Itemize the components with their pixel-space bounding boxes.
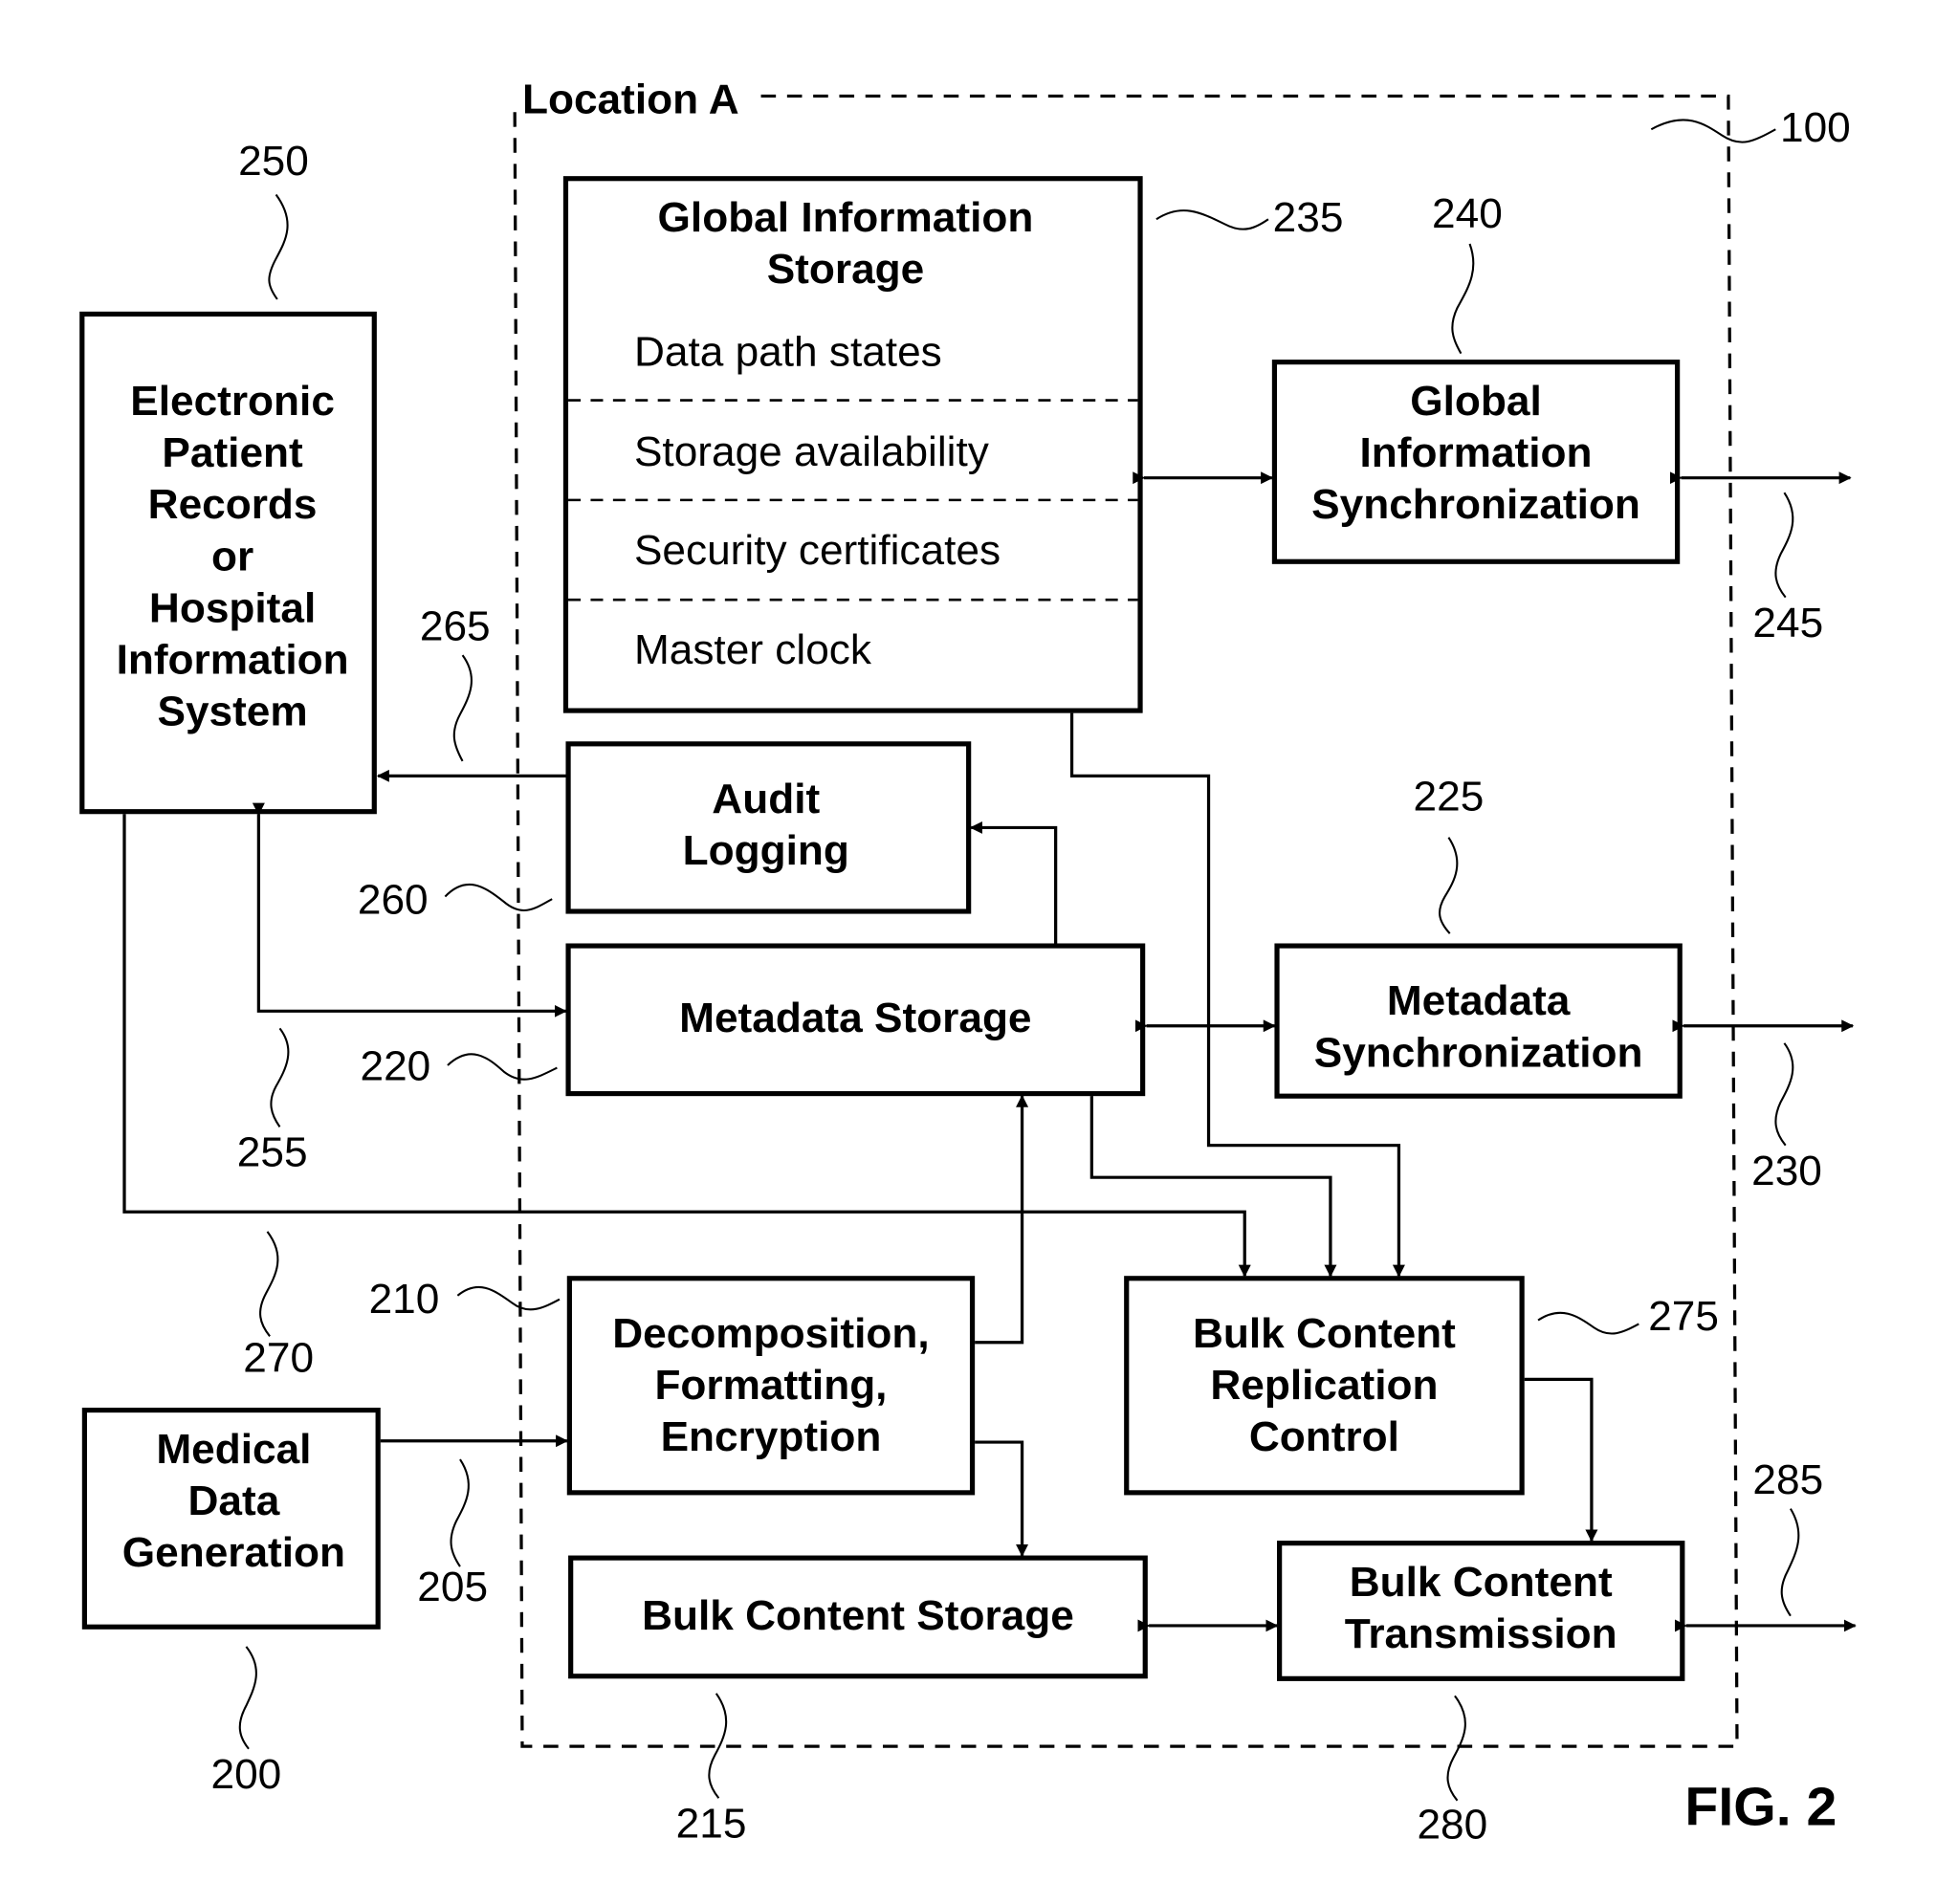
global-sync-title-1: Global xyxy=(1410,378,1541,425)
epr-title-7: System xyxy=(157,689,307,735)
decomp-title-1: Decomposition, xyxy=(612,1310,929,1357)
ref-240: 240 xyxy=(1432,190,1503,237)
decomp-title-3: Encryption xyxy=(661,1413,882,1460)
medical-data-generation-block: Medical Data Generation 200 xyxy=(81,1408,381,1798)
epr-title-3: Records xyxy=(148,481,318,528)
medical-title-2: Data xyxy=(187,1477,279,1524)
medical-title-3: Generation xyxy=(122,1529,345,1576)
global-info-storage-title-2: Storage xyxy=(767,246,925,293)
audit-title-2: Logging xyxy=(683,827,849,874)
global-information-synchronization-block: Global Information Synchronization 240 xyxy=(1271,190,1681,564)
location-a-label: Location A xyxy=(522,77,739,123)
metadata-storage-title: Metadata Storage xyxy=(679,995,1031,1041)
epr-title-4: or xyxy=(211,533,253,580)
replication-title-1: Bulk Content xyxy=(1193,1310,1456,1357)
ref-235: 235 xyxy=(1273,194,1344,241)
arrow-metadata-to-replication xyxy=(1089,1096,1337,1278)
metadata-storage-block: Metadata Storage 220 xyxy=(361,943,1146,1097)
ref-205: 205 xyxy=(417,1564,488,1610)
ref-210: 210 xyxy=(369,1276,440,1323)
bulk-content-storage-block: Bulk Content Storage 215 xyxy=(568,1555,1148,1848)
ref-245: 245 xyxy=(1752,600,1823,646)
figure-label: FIG. 2 xyxy=(1684,1777,1837,1838)
bulk-content-replication-control-block: Bulk Content Replication Control 275 xyxy=(1124,1276,1719,1496)
global-info-storage-title-1: Global Information xyxy=(658,194,1034,241)
replication-title-3: Control xyxy=(1249,1413,1399,1460)
global-information-storage-block: Global Information Storage Data path sta… xyxy=(562,176,1344,713)
item-data-path-states: Data path states xyxy=(634,329,942,376)
epr-title-5: Hospital xyxy=(149,585,316,632)
electronic-patient-records-block: Electronic Patient Records or Hospital I… xyxy=(79,138,377,815)
ref-100: 100 xyxy=(1780,104,1851,151)
patent-diagram: Location A 100 Global Information Storag… xyxy=(79,77,1857,1849)
decomp-title-2: Formatting, xyxy=(654,1362,887,1409)
ref-225: 225 xyxy=(1414,774,1485,821)
ref-200: 200 xyxy=(211,1751,282,1798)
item-storage-availability: Storage availability xyxy=(634,428,989,475)
transmission-title-2: Transmission xyxy=(1345,1610,1617,1657)
ref-280: 280 xyxy=(1417,1802,1487,1849)
arrow-metadata-to-audit xyxy=(969,821,1058,944)
ref-265: 265 xyxy=(420,603,491,650)
ref-255: 255 xyxy=(237,1129,308,1176)
ref-270: 270 xyxy=(243,1335,314,1382)
arrow-replication-to-transmission xyxy=(1524,1377,1598,1543)
epr-title-2: Patient xyxy=(162,429,303,476)
epr-title-6: Information xyxy=(117,637,349,684)
audit-logging-block: Audit Logging 260 xyxy=(358,741,972,924)
replication-title-2: Replication xyxy=(1210,1362,1438,1409)
bulk-storage-title: Bulk Content Storage xyxy=(642,1592,1074,1639)
ref-260: 260 xyxy=(358,877,429,924)
arrow-decomp-to-bulk-storage xyxy=(975,1440,1029,1557)
bulk-content-transmission-block: Bulk Content Transmission 280 xyxy=(1277,1541,1685,1849)
ref-220: 220 xyxy=(361,1043,431,1090)
ref-250: 250 xyxy=(238,138,309,185)
epr-title-1: Electronic xyxy=(130,378,335,425)
ref-230: 230 xyxy=(1751,1148,1822,1194)
metadata-synchronization-block: Metadata Synchronization 225 xyxy=(1274,774,1683,1099)
transmission-title-1: Bulk Content xyxy=(1350,1559,1613,1606)
item-security-certificates: Security certificates xyxy=(634,527,1001,574)
ref-275: 275 xyxy=(1648,1293,1719,1340)
item-master-clock: Master clock xyxy=(634,626,872,673)
ref-285: 285 xyxy=(1752,1456,1823,1503)
metadata-sync-title-2: Synchronization xyxy=(1314,1029,1643,1076)
metadata-sync-title-1: Metadata xyxy=(1387,977,1571,1024)
ref-215: 215 xyxy=(676,1801,747,1848)
audit-title-1: Audit xyxy=(712,776,820,822)
arrow-decomp-to-metadata xyxy=(975,1094,1029,1345)
medical-title-1: Medical xyxy=(156,1426,311,1473)
global-sync-title-3: Synchronization xyxy=(1311,481,1640,528)
global-sync-title-2: Information xyxy=(1360,429,1593,476)
